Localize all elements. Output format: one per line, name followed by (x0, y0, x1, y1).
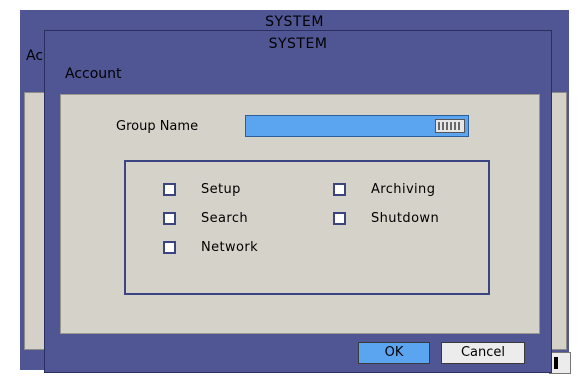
background-window-section: Ac (26, 48, 44, 64)
setup-label: Setup (201, 182, 241, 197)
account-panel: Group Name Setup Search Network Archivin… (60, 94, 540, 334)
group-name-input[interactable] (245, 115, 469, 137)
background-window-button[interactable] (549, 352, 571, 374)
setup-checkbox[interactable] (163, 183, 176, 196)
background-window-title: SYSTEM (265, 14, 324, 30)
dialog-title: SYSTEM (268, 36, 328, 52)
background-button-glyph (554, 357, 558, 369)
cancel-button[interactable]: Cancel (441, 342, 525, 364)
group-name-label: Group Name (116, 119, 199, 134)
system-dialog: SYSTEM Account Group Name Setup Search N… (44, 30, 552, 373)
archiving-checkbox[interactable] (333, 183, 346, 196)
keyboard-icon[interactable] (435, 119, 465, 133)
search-checkbox[interactable] (163, 212, 176, 225)
shutdown-checkbox[interactable] (333, 212, 346, 225)
permissions-group: Setup Search Network Archiving Shutdown (124, 160, 490, 295)
keyboard-keys (438, 122, 462, 130)
archiving-label: Archiving (371, 182, 436, 197)
shutdown-label: Shutdown (371, 211, 440, 226)
search-label: Search (201, 211, 249, 226)
network-label: Network (201, 240, 259, 255)
section-title: Account (65, 66, 122, 82)
network-checkbox[interactable] (163, 241, 176, 254)
ok-button[interactable]: OK (358, 342, 430, 364)
